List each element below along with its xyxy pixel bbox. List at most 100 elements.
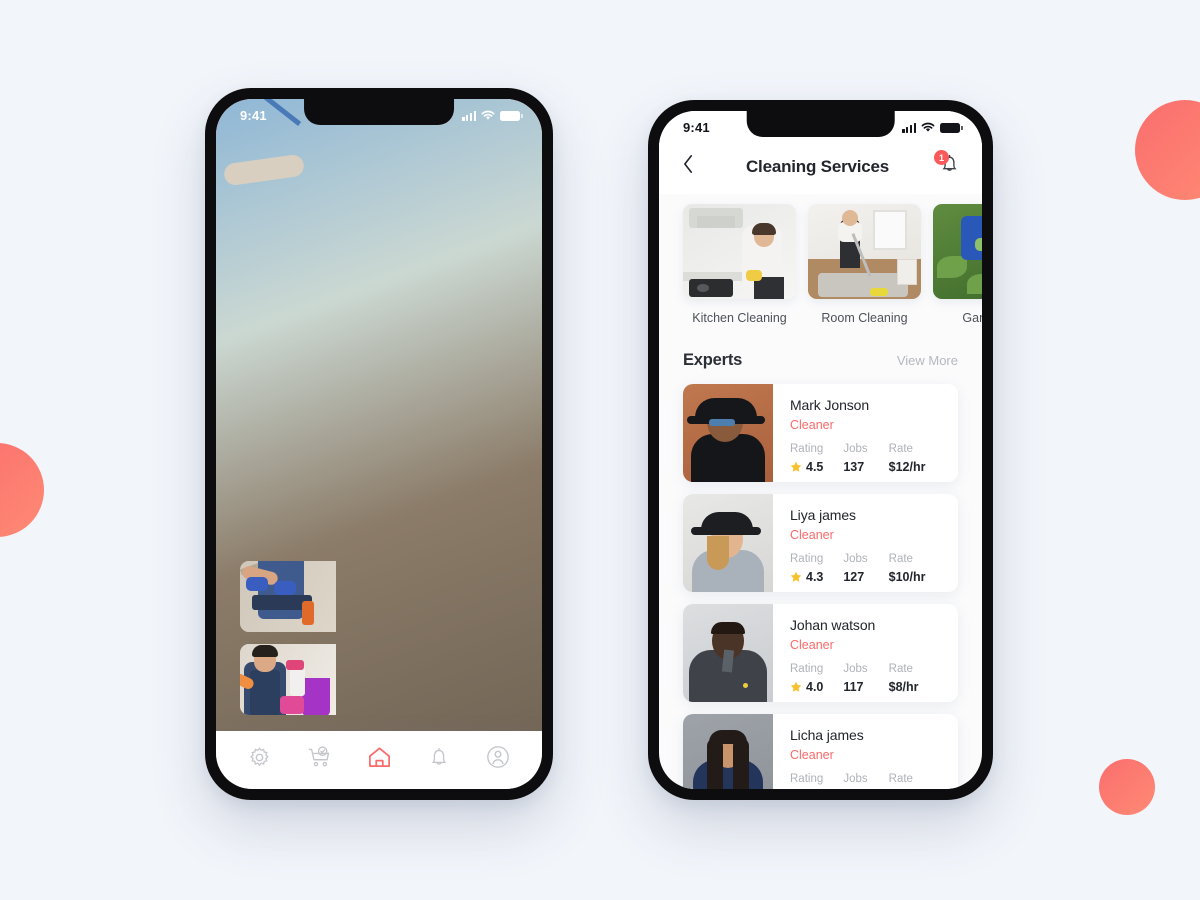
decorative-circle-top-right xyxy=(1135,100,1200,200)
cart-check-icon[interactable] xyxy=(307,745,332,769)
stat-rate: Rate $12/hr xyxy=(889,443,942,474)
stat-rating: Rating 4.0 xyxy=(790,663,843,694)
decorative-circle-bottom-right xyxy=(1099,759,1155,815)
star-icon xyxy=(790,461,802,472)
expert-stats: Rating 4.0 Jobs 117 Rate $8/hr xyxy=(790,663,942,694)
avatar xyxy=(683,494,773,592)
room-cleaning-photo xyxy=(808,204,921,299)
stat-rate: Rate $10/hr xyxy=(889,553,942,584)
screen-cleaning-services: 9:41 Cleaning Services 1 Kitchen Cleanin… xyxy=(659,111,982,789)
stat-label: Rate xyxy=(888,663,913,675)
kitchen-cleaning-photo xyxy=(683,204,796,299)
experts-title: Experts xyxy=(683,351,743,369)
gear-icon[interactable] xyxy=(248,746,271,769)
stat-value: 4.0 xyxy=(806,680,824,694)
stat-label: Jobs xyxy=(843,443,868,455)
page-title: Cleaning Services xyxy=(745,156,890,176)
garden-cleaning-photo xyxy=(933,204,982,299)
stat-rating: Rating 4.5 xyxy=(790,443,843,474)
tile-label: Garden C xyxy=(962,311,982,325)
wifi-icon xyxy=(481,110,495,120)
expert-name: Mark Jonson xyxy=(790,397,870,413)
wifi-icon xyxy=(921,122,935,132)
cellular-signal-icon xyxy=(902,123,916,133)
expert-stats: Rating 4.3 Jobs 127 Rate $10/hr xyxy=(790,553,942,584)
stat-label: Rating xyxy=(790,663,824,675)
tile-label: Room Cleaning xyxy=(821,311,908,325)
promo-carousel[interactable]: 25% Discount on First Service Book Now xyxy=(216,99,542,789)
bell-icon[interactable] xyxy=(428,746,450,769)
star-icon xyxy=(790,681,802,692)
expert-list[interactable]: Mark Jonson Cleaner Rating 4.5 Jobs 137 … xyxy=(659,370,982,789)
home-body: 25% Discount on First Service Book Now T… xyxy=(216,99,542,789)
stat-label: Jobs xyxy=(843,663,868,675)
avatar xyxy=(683,604,773,702)
stat-rating: Rating xyxy=(790,773,843,785)
expert-name: Johan watson xyxy=(790,617,876,633)
experts-view-more[interactable]: View More xyxy=(897,353,958,368)
stat-label: Jobs xyxy=(843,773,868,785)
status-time: 9:41 xyxy=(683,120,710,135)
promo-banner-next[interactable] xyxy=(216,99,542,789)
stat-label: Jobs xyxy=(843,553,868,565)
expert-card[interactable]: Johan watson Cleaner Rating 4.0 Jobs 117… xyxy=(683,604,958,702)
battery-icon xyxy=(940,122,963,133)
status-time: 9:41 xyxy=(240,108,267,123)
plumber-photo xyxy=(240,561,336,632)
stat-rate: Rate $8/hr xyxy=(889,663,942,694)
expert-name: Licha james xyxy=(790,727,864,743)
stat-value: $10/hr xyxy=(888,570,926,584)
stat-jobs: Jobs xyxy=(843,773,888,785)
stat-value: 4.3 xyxy=(806,570,824,584)
stat-label: Rating xyxy=(790,553,824,565)
stat-jobs: Jobs 137 xyxy=(843,443,888,474)
phone-notch xyxy=(304,99,454,125)
stat-label: Rate xyxy=(888,553,913,565)
stat-label: Rating xyxy=(790,773,824,785)
expert-card[interactable]: Licha james Cleaner Rating Jobs Rate xyxy=(683,714,958,789)
expert-name: Liya james xyxy=(790,507,856,523)
stat-jobs: Jobs 117 xyxy=(843,663,888,694)
tile-kitchen-cleaning[interactable]: Kitchen Cleaning xyxy=(683,204,796,325)
phone-notch xyxy=(746,111,895,137)
stat-value: 117 xyxy=(843,680,864,694)
user-icon[interactable] xyxy=(486,745,510,769)
expert-role: Cleaner xyxy=(790,638,834,652)
stat-rate: Rate xyxy=(889,773,942,785)
stat-jobs: Jobs 127 xyxy=(843,553,888,584)
expert-card[interactable]: Mark Jonson Cleaner Rating 4.5 Jobs 137 … xyxy=(683,384,958,482)
bottom-nav[interactable] xyxy=(216,731,542,789)
star-icon xyxy=(790,571,802,582)
phone-mockup-cleaning-services: 9:41 Cleaning Services 1 Kitchen Cleanin… xyxy=(648,100,993,800)
phone-mockup-home: 9:41 Florida, USA xyxy=(205,88,553,800)
stat-value: $12/hr xyxy=(888,460,926,474)
screen-home: 9:41 Florida, USA xyxy=(216,99,542,789)
experts-header: Experts View More xyxy=(659,325,982,370)
stat-label: Rate xyxy=(888,443,913,455)
stat-label: Rate xyxy=(888,773,913,785)
home-cleaner-photo xyxy=(240,644,336,715)
decorative-circle-left xyxy=(0,443,44,537)
chevron-left-icon[interactable] xyxy=(681,154,696,179)
expert-role: Cleaner xyxy=(790,748,834,762)
expert-card[interactable]: Liya james Cleaner Rating 4.3 Jobs 127 R… xyxy=(683,494,958,592)
stat-value: 127 xyxy=(843,570,865,584)
expert-stats: Rating Jobs Rate xyxy=(790,773,942,785)
avatar xyxy=(683,384,773,482)
stat-label: Rating xyxy=(790,443,824,455)
stat-rating: Rating 4.3 xyxy=(790,553,843,584)
expert-role: Cleaner xyxy=(790,418,834,432)
notification-badge: 1 xyxy=(934,150,949,165)
stat-value: 4.5 xyxy=(806,460,824,474)
stat-value: $8/hr xyxy=(888,680,919,694)
tile-garden-cleaning[interactable]: Garden C xyxy=(933,204,982,325)
home-icon[interactable] xyxy=(367,745,392,770)
page-header: Cleaning Services 1 xyxy=(659,141,982,194)
notification-bell[interactable]: 1 xyxy=(934,150,960,180)
tile-room-cleaning[interactable]: Room Cleaning xyxy=(808,204,921,325)
cellular-signal-icon xyxy=(462,111,476,121)
cleaning-tile-list[interactable]: Kitchen Cleaning Room Cleaning Garden C xyxy=(659,194,982,325)
expert-stats: Rating 4.5 Jobs 137 Rate $12/hr xyxy=(790,443,942,474)
stat-value: 137 xyxy=(843,460,865,474)
battery-icon xyxy=(500,110,523,121)
